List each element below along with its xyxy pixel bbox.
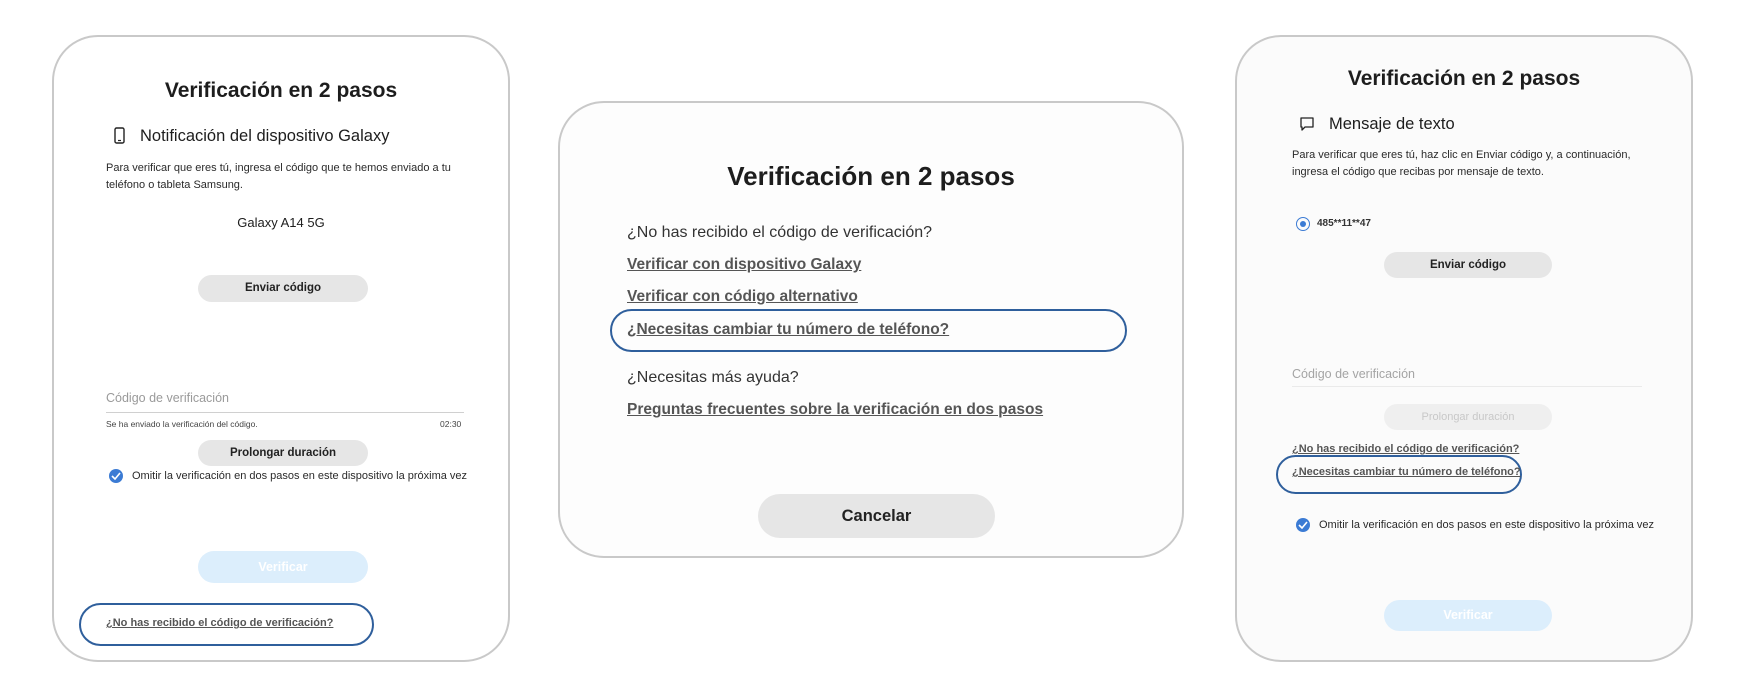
verify-button[interactable]: Verificar <box>1384 600 1552 631</box>
verification-code-input[interactable]: Código de verificación <box>1292 365 1642 387</box>
alternative-options-panel: Verificación en 2 pasos ¿No has recibido… <box>558 101 1184 558</box>
not-received-link[interactable]: ¿No has recibido el código de verificaci… <box>106 617 333 629</box>
change-phone-link[interactable]: ¿Necesitas cambiar tu número de teléfono… <box>627 321 949 339</box>
text-message-panel: Verificación en 2 pasos Mensaje de texto… <box>1235 35 1693 662</box>
message-icon <box>1299 116 1315 137</box>
checkmark-icon <box>1298 521 1308 529</box>
extend-duration-button[interactable]: Prolongar duración <box>198 440 368 466</box>
verify-alt-code-link[interactable]: Verificar con código alternativo <box>627 288 858 306</box>
verify-button[interactable]: Verificar <box>198 551 368 583</box>
send-code-button[interactable]: Enviar código <box>1384 252 1552 278</box>
radio-dot <box>1299 220 1306 227</box>
phone-number: 485**11**47 <box>1317 218 1371 229</box>
extend-duration-button[interactable]: Prolongar duración <box>1384 404 1552 430</box>
method-label: Notificación del dispositivo Galaxy <box>140 127 390 145</box>
code-sent-note: Se ha enviado la verificación del código… <box>106 419 258 429</box>
skip-checkbox[interactable] <box>109 469 123 483</box>
panel-title: Verificación en 2 pasos <box>164 79 398 102</box>
change-phone-link[interactable]: ¿Necesitas cambiar tu número de teléfono… <box>1292 466 1521 478</box>
panel-title: Verificación en 2 pasos <box>727 161 1015 191</box>
more-help-question: ¿Necesitas más ayuda? <box>627 369 799 386</box>
code-placeholder: Código de verificación <box>1292 367 1415 381</box>
description-text: Para verificar que eres tú, haz clic en … <box>1292 149 1631 178</box>
verify-galaxy-link[interactable]: Verificar con dispositivo Galaxy <box>627 256 861 274</box>
skip-checkbox[interactable] <box>1296 518 1310 532</box>
skip-checkbox-label: Omitir la verificación en dos pasos en e… <box>132 470 468 482</box>
skip-checkbox-label: Omitir la verificación en dos pasos en e… <box>1319 519 1655 531</box>
countdown-timer: 02:30 <box>440 419 462 429</box>
galaxy-notification-panel: Verificación en 2 pasos Notificación del… <box>52 35 510 662</box>
not-received-link[interactable]: ¿No has recibido el código de verificaci… <box>1292 443 1519 455</box>
phone-icon <box>114 127 125 149</box>
method-label: Mensaje de texto <box>1329 115 1455 133</box>
code-placeholder: Código de verificación <box>106 391 229 405</box>
faq-link[interactable]: Preguntas frecuentes sobre la verificaci… <box>627 401 1043 419</box>
send-code-button[interactable]: Enviar código <box>198 275 368 302</box>
checkmark-icon <box>111 472 121 480</box>
panel-title: Verificación en 2 pasos <box>1347 67 1581 90</box>
not-received-question: ¿No has recibido el código de verificaci… <box>627 224 933 241</box>
verification-code-input[interactable]: Código de verificación <box>106 389 464 413</box>
cancel-button[interactable]: Cancelar <box>758 494 995 538</box>
phone-radio[interactable] <box>1296 217 1310 231</box>
description-text: Para verificar que eres tú, ingresa el c… <box>106 162 451 191</box>
device-name: Galaxy A14 5G <box>237 215 325 230</box>
